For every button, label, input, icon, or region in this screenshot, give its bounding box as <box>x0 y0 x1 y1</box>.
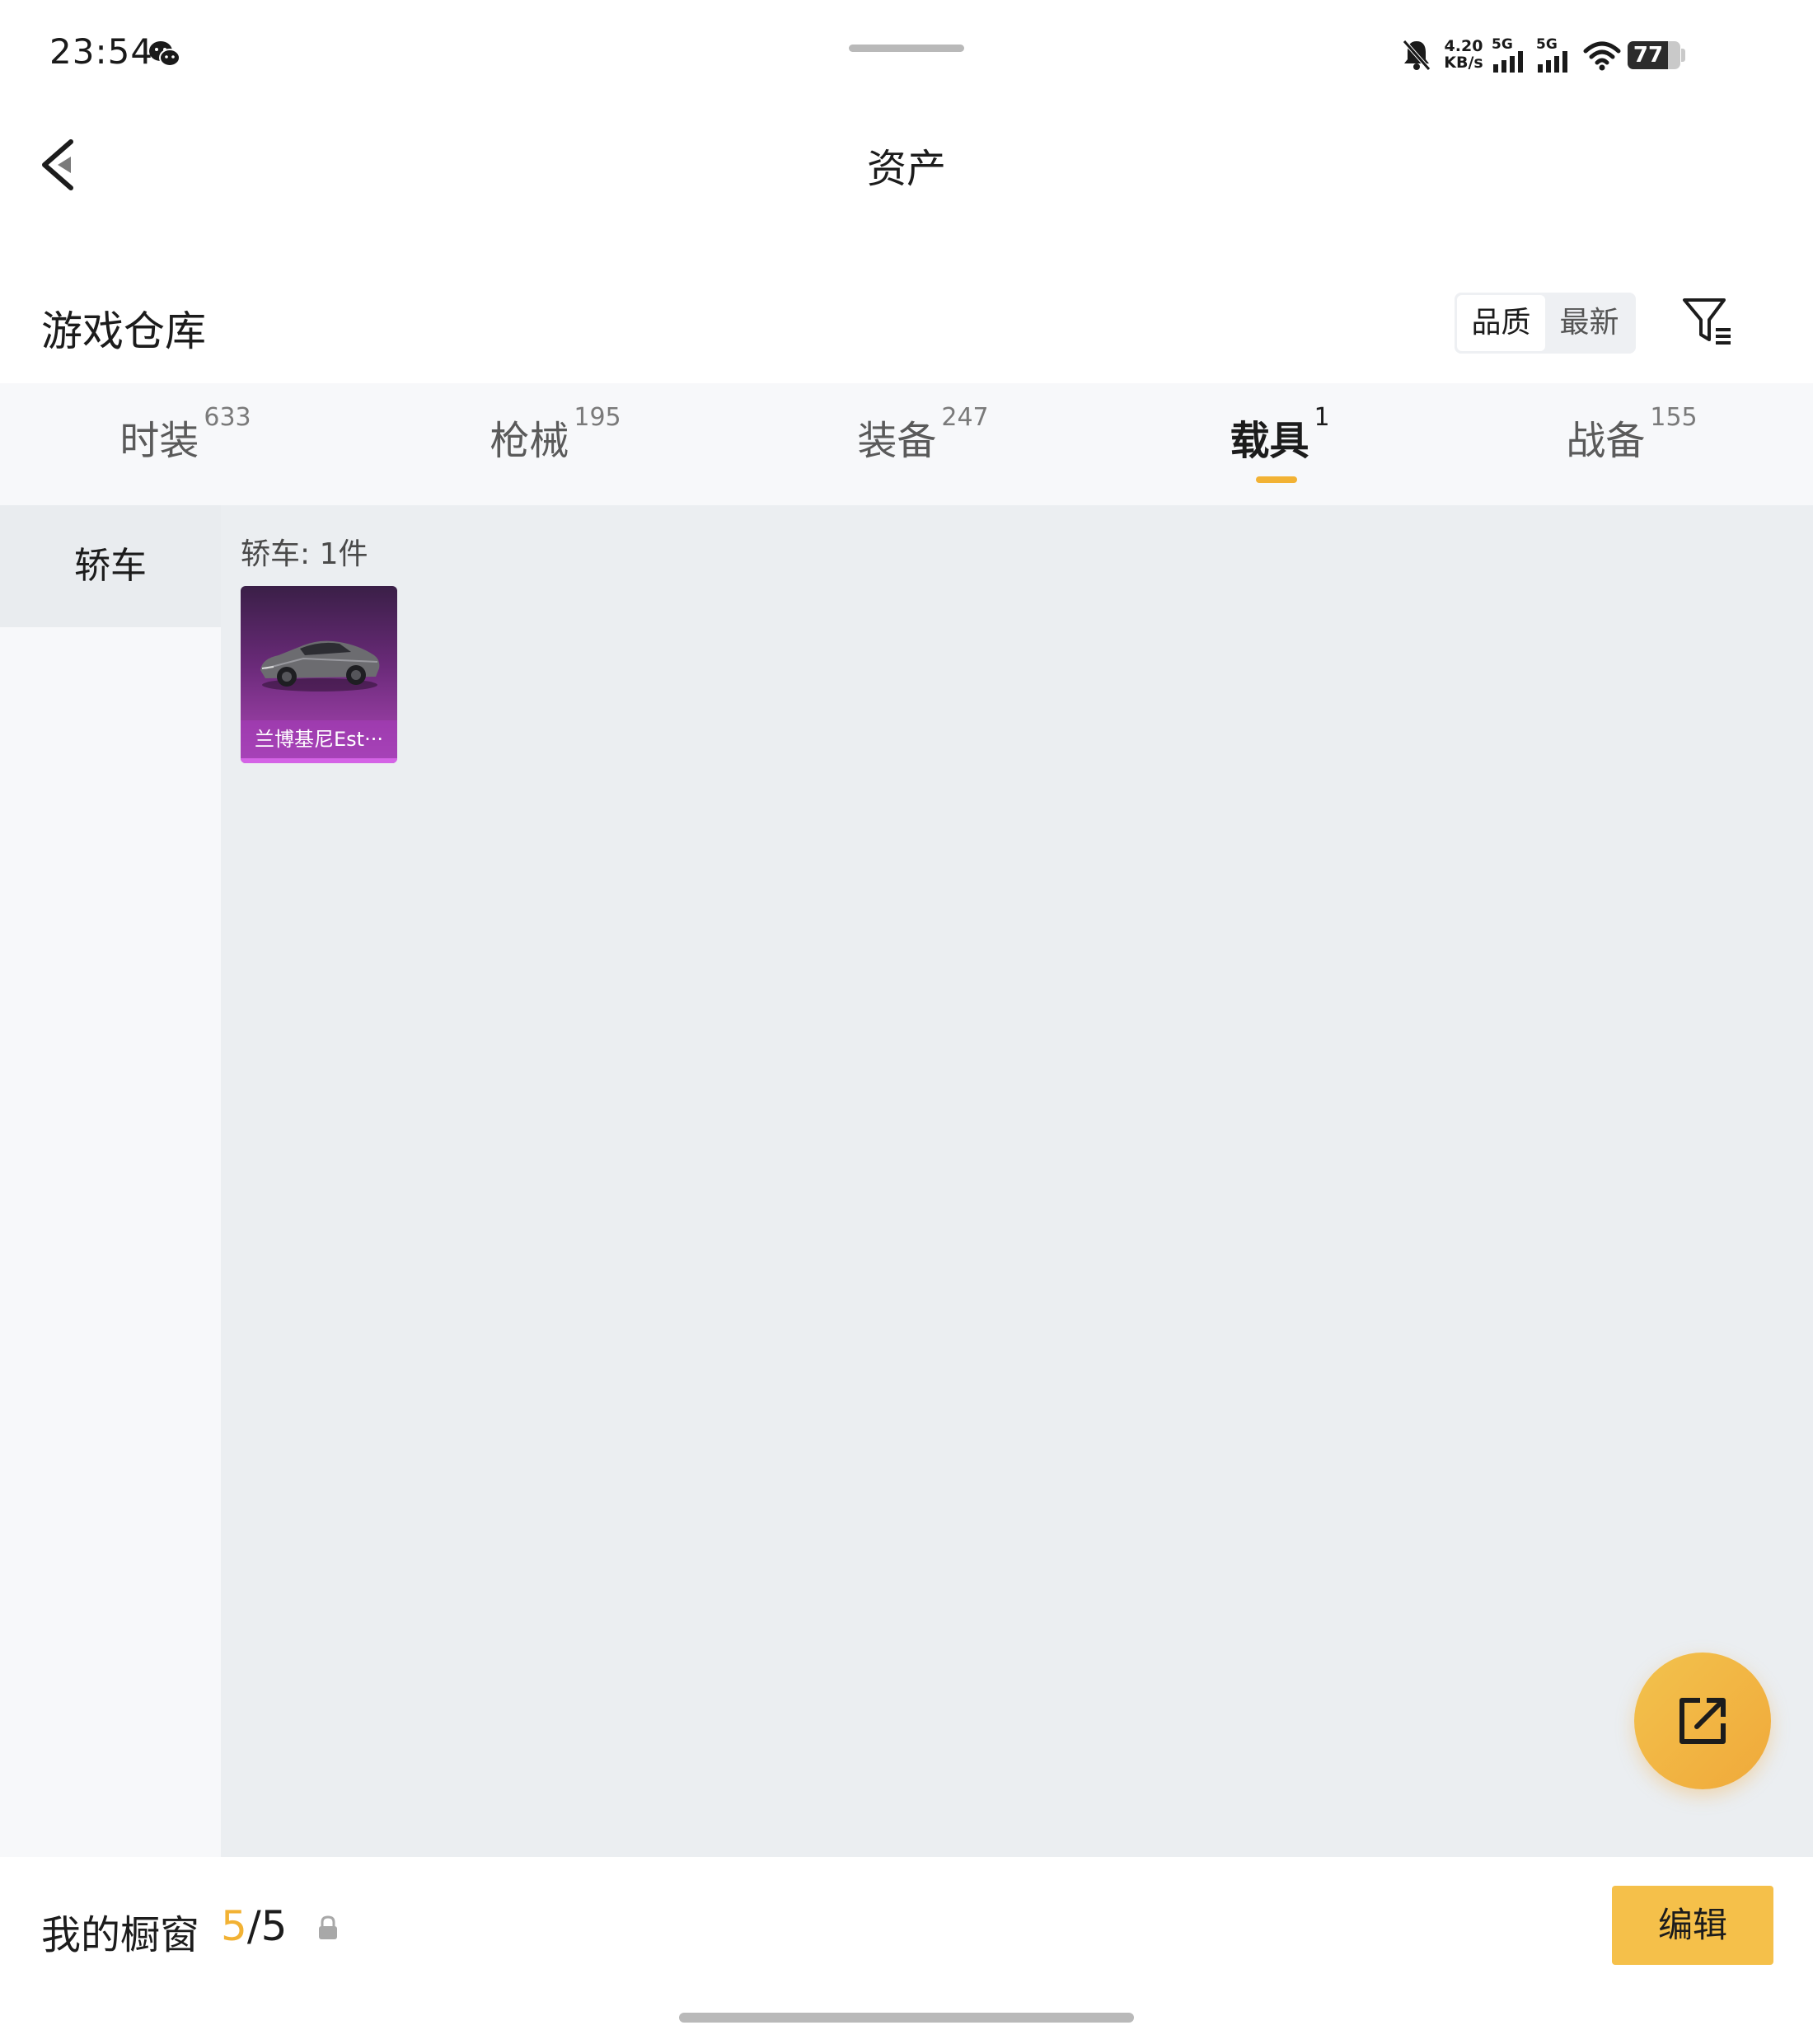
bell-off-icon <box>1403 40 1431 71</box>
tab-firearms[interactable]: 枪械195 <box>490 403 621 490</box>
signal-icon: 5G <box>1492 36 1530 73</box>
net-speed-value: 4.20 <box>1444 37 1483 55</box>
tab-label: 枪械 <box>490 418 569 464</box>
subcategory-sidebar: 轿车 <box>0 505 221 1857</box>
net-speed: 4.20 KB/s <box>1442 38 1485 71</box>
sort-option-latest[interactable]: 最新 <box>1545 295 1633 351</box>
signal-label: 5G <box>1536 36 1558 53</box>
lock-icon <box>319 1915 337 1939</box>
drag-handle[interactable] <box>849 45 964 52</box>
signal-label: 5G <box>1492 36 1513 53</box>
net-speed-unit: KB/s <box>1444 54 1483 72</box>
status-bar: 23:54 4.20 KB/s 5G 5G 77 <box>0 0 1813 111</box>
filter-icon[interactable] <box>1681 295 1734 348</box>
battery-icon: 77 <box>1628 41 1680 69</box>
tab-label: 载具 <box>1230 418 1309 464</box>
category-tab-bar: 时装633 枪械195 装备247 载具1 战备155 <box>0 383 1813 505</box>
tab-label: 装备 <box>857 418 937 464</box>
share-fab-button[interactable] <box>1634 1653 1771 1789</box>
page-title: 资产 <box>866 146 946 192</box>
showcase-separator: / <box>246 1902 261 1950</box>
item-grid-panel: 轿车: 1件 兰博基尼Est··· <box>221 505 1813 1857</box>
tab-equipment[interactable]: 装备247 <box>857 403 989 490</box>
tab-label: 时装 <box>119 418 199 464</box>
showcase-max: 5 <box>260 1902 288 1950</box>
tab-count: 633 <box>204 403 251 432</box>
tab-count: 195 <box>574 403 621 432</box>
showcase-current: 5 <box>221 1902 247 1950</box>
active-tab-indicator <box>1256 476 1297 483</box>
tab-count: 155 <box>1650 403 1698 432</box>
battery-tip <box>1681 49 1685 62</box>
tab-fashion[interactable]: 时装633 <box>119 403 251 490</box>
edit-button[interactable]: 编辑 <box>1612 1886 1773 1965</box>
sidebar-item-sedan[interactable]: 轿车 <box>0 505 221 627</box>
rarity-bar <box>241 758 397 763</box>
status-time: 23:54 <box>49 31 154 72</box>
home-indicator[interactable] <box>679 2013 1134 2023</box>
sort-option-quality[interactable]: 品质 <box>1457 295 1545 351</box>
group-label: 轿车: 1件 <box>241 537 368 571</box>
wifi-icon <box>1583 41 1621 71</box>
item-name: 兰博基尼Est··· <box>241 720 397 758</box>
wechat-icon <box>149 41 180 67</box>
battery-level: 77 <box>1633 43 1664 68</box>
item-card[interactable]: 兰博基尼Est··· <box>241 586 397 763</box>
tab-label: 战备 <box>1566 418 1646 464</box>
tab-count: 247 <box>941 403 989 432</box>
section-title: 游戏仓库 <box>41 307 206 355</box>
external-link-icon <box>1679 1698 1726 1744</box>
signal-icon: 5G <box>1536 36 1574 73</box>
tab-count: 1 <box>1314 403 1330 432</box>
car-image <box>260 640 380 691</box>
showcase-label: 我的橱窗 <box>41 1912 200 1958</box>
showcase-count: 5/5 <box>221 1902 287 1950</box>
tab-supplies[interactable]: 战备155 <box>1566 403 1698 490</box>
sort-toggle: 品质 最新 <box>1455 293 1636 354</box>
